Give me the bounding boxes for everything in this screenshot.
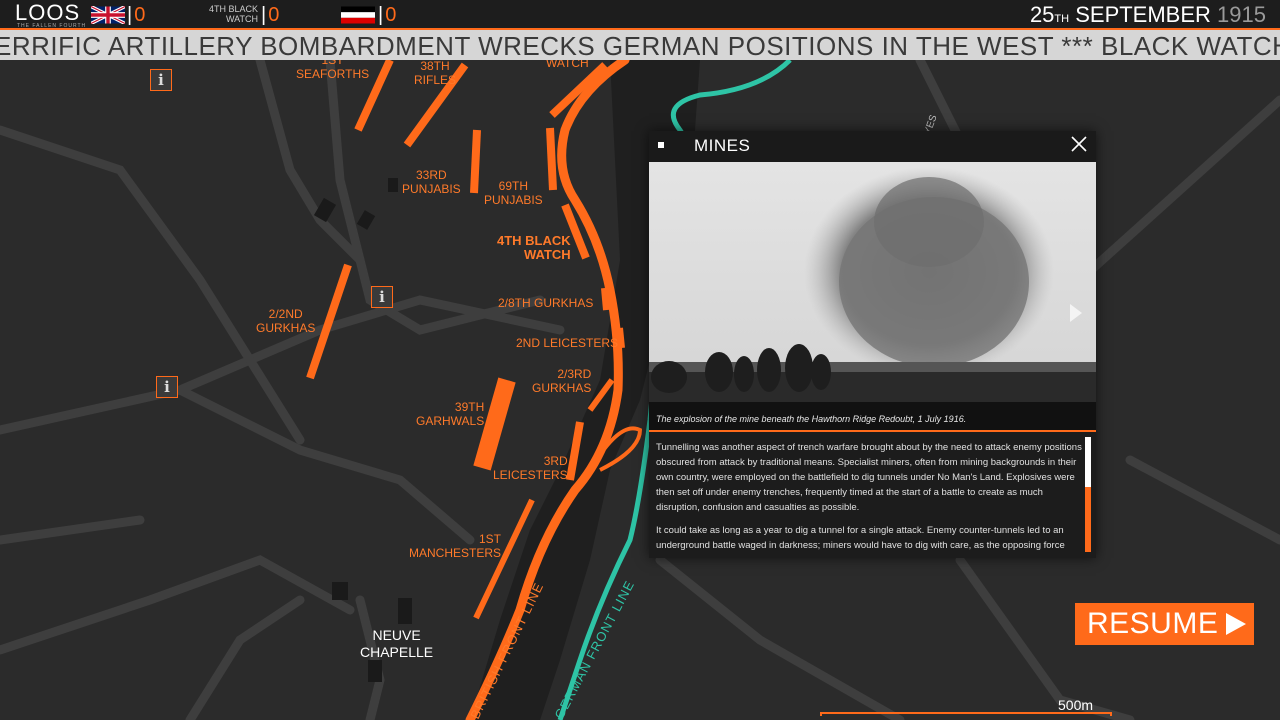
popup-paragraph: It could take as long as a year to dig a… xyxy=(656,525,1065,551)
popup-photo: The explosion of the mine beneath the Ha… xyxy=(649,162,1096,430)
popup-bullet-icon xyxy=(658,142,664,148)
popup-paragraph: Tunnelling was another aspect of trench … xyxy=(656,442,1082,513)
popup-title: MINES xyxy=(694,136,751,155)
news-ticker: ERRIFIC ARTILLERY BOMBARDMENT WRECKS GER… xyxy=(0,30,1280,60)
unit-score-label: 4TH BLACK WATCH xyxy=(208,4,258,24)
news-ticker-text: ERRIFIC ARTILLERY BOMBARDMENT WRECKS GER… xyxy=(0,31,1280,60)
place-neuve-chapelle: NEUVE CHAPELLE xyxy=(360,627,434,660)
unit-label-33rd-punjabis: 33RD PUNJABIS xyxy=(402,168,461,196)
british-score: | 0 xyxy=(127,4,146,26)
unit-score: | 0 xyxy=(261,4,280,26)
popup-header: MINES xyxy=(649,131,1096,162)
map-scale-label: 500m xyxy=(1058,697,1094,713)
info-icon[interactable]: i xyxy=(156,376,178,398)
union-jack-flag-icon xyxy=(91,6,125,24)
unit-label-2-3rd-gurkhas: 2/3RD GURKHAS xyxy=(532,367,592,395)
unit-label-3rd-leicesters: 3RD LEICESTERS xyxy=(493,454,568,482)
resume-button-label: RESUME xyxy=(1087,607,1219,640)
info-icon[interactable]: i xyxy=(371,286,393,308)
top-bar: LOOS THE FALLEN FOURTH | 0 4TH BLACK WATC… xyxy=(0,0,1280,30)
german-imperial-flag-icon xyxy=(341,6,375,24)
unit-label-4th-black-watch: 4TH BLACK WATCH xyxy=(497,233,571,262)
date-display: 25TH SEPTEMBER 1915 xyxy=(1029,2,1266,27)
unit-label-69th-punjabis: 69TH PUNJABIS xyxy=(484,179,543,207)
play-icon xyxy=(1226,613,1246,635)
unit-label-39th-garhwals: 39TH GARHWALS xyxy=(416,400,485,428)
info-icon[interactable]: i xyxy=(150,69,172,91)
info-popup: MINES The explosion of the mine beneath … xyxy=(649,131,1096,558)
game-logo-subtitle: THE FALLEN FOURTH xyxy=(17,23,87,29)
popup-scrollbar-thumb[interactable] xyxy=(1085,437,1091,487)
close-icon[interactable] xyxy=(1070,135,1088,153)
game-logo: LOOS xyxy=(15,0,81,25)
german-score: | 0 xyxy=(378,4,397,26)
popup-divider xyxy=(649,430,1096,432)
unit-label-2-2nd-gurkhas: 2/2ND GURKHAS xyxy=(256,307,316,335)
unit-label-2nd-leicesters: 2ND LEICESTERS xyxy=(516,336,619,350)
popup-body-text[interactable]: Tunnelling was another aspect of trench … xyxy=(656,440,1082,552)
unit-label-1st-manchesters: 1ST MANCHESTERS xyxy=(409,532,502,560)
unit-label-38th-rifles: 38TH RIFLES xyxy=(414,59,457,87)
next-image-arrow-icon[interactable] xyxy=(1068,302,1084,324)
photo-caption: The explosion of the mine beneath the Ha… xyxy=(656,414,967,424)
resume-button[interactable]: RESUME xyxy=(1075,603,1254,645)
unit-label-2-8th-gurkhas: 2/8TH GURKHAS xyxy=(498,296,594,310)
mine-explosion-photo xyxy=(649,162,1096,430)
